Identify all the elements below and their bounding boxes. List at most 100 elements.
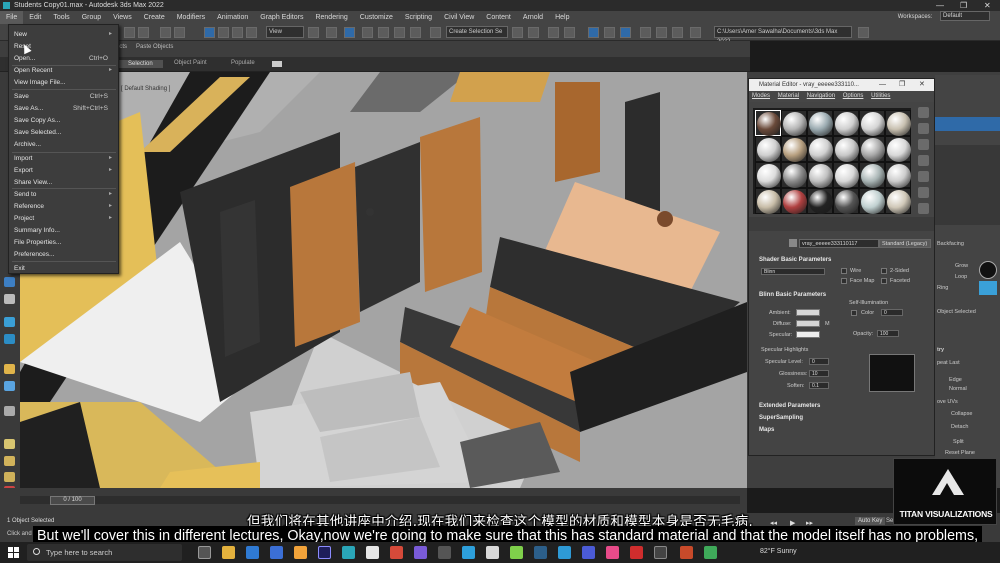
shader-type-dropdown[interactable]: Blinn <box>761 268 825 275</box>
undo-icon[interactable] <box>124 27 135 38</box>
material-sample-slot[interactable] <box>807 110 833 136</box>
cmd-edge[interactable]: Edge <box>949 377 962 383</box>
ribbon-paste-objects[interactable]: Paste Objects <box>136 44 173 50</box>
app-blue-icon[interactable] <box>558 546 571 559</box>
maximize-button[interactable]: ❐ <box>960 0 967 11</box>
music-icon[interactable] <box>294 546 307 559</box>
material-sample-slot[interactable] <box>859 110 885 136</box>
window-crossing-icon[interactable] <box>246 27 257 38</box>
weather-widget[interactable]: 82°F Sunny <box>760 548 797 555</box>
menu-item-save-copy-as[interactable]: Save Copy As... <box>14 116 114 125</box>
uv-icon[interactable] <box>979 281 997 295</box>
material-sample-slot[interactable] <box>781 188 807 214</box>
options-icon[interactable] <box>917 203 929 214</box>
project-folder-dropdown[interactable]: C:\Users\Amer Sawalha\Documents\3ds Max … <box>714 26 852 45</box>
glossiness-spinner[interactable]: 10 <box>809 370 829 377</box>
close-button[interactable]: ✕ <box>984 0 991 11</box>
tab-selection[interactable]: Selection <box>118 60 163 68</box>
cmd-loop[interactable]: Loop <box>955 274 967 280</box>
layer-explorer-icon[interactable] <box>564 27 575 38</box>
percent-snap-icon[interactable] <box>394 27 405 38</box>
me-menu-modes[interactable]: Modes <box>752 93 770 99</box>
menu-item-import[interactable]: Import ▸ <box>14 154 114 163</box>
cmd-ring[interactable]: Ring <box>937 285 948 291</box>
app-indigo-icon[interactable] <box>582 546 595 559</box>
render-iterative-icon[interactable] <box>690 27 701 38</box>
file-explorer-icon[interactable] <box>222 546 235 559</box>
reference-coordinate-dropdown[interactable]: View <box>266 26 304 38</box>
menu-customize[interactable]: Customize <box>354 11 399 24</box>
redo-icon[interactable] <box>138 27 149 38</box>
menu-create[interactable]: Create <box>138 11 171 24</box>
menu-content[interactable]: Content <box>480 11 517 24</box>
ribbon-options-icon[interactable] <box>272 61 282 67</box>
background-icon[interactable] <box>917 139 929 150</box>
ambient-color-swatch[interactable] <box>796 309 820 316</box>
menu-item-view-image-file[interactable]: View Image File... <box>14 78 114 87</box>
material-name-field[interactable]: vray_eeeee333110117 <box>799 239 879 248</box>
menu-item-reference[interactable]: Reference ▸ <box>14 202 114 211</box>
menu-views[interactable]: Views <box>107 11 138 24</box>
brush-icon[interactable] <box>979 261 997 279</box>
app-pink-icon[interactable] <box>606 546 619 559</box>
app-red2-icon[interactable] <box>630 546 643 559</box>
specular-color-swatch[interactable] <box>796 331 820 338</box>
project-folder-icon[interactable] <box>858 27 869 38</box>
material-sample-slot[interactable] <box>755 188 781 214</box>
material-type-button[interactable]: Standard (Legacy) <box>879 239 931 248</box>
me-maximize-button[interactable]: ❐ <box>899 79 905 91</box>
cmd-grow[interactable]: Grow <box>955 263 968 269</box>
me-menu-material[interactable]: Material <box>778 93 799 99</box>
pivot-center-icon[interactable] <box>308 27 319 38</box>
modifier-stack-item[interactable] <box>935 117 1000 131</box>
menu-item-open[interactable]: Open... Ctrl+O <box>14 54 114 63</box>
mirror-icon[interactable] <box>512 27 523 38</box>
fog-tool-icon[interactable] <box>4 406 15 416</box>
light-tool-icon[interactable] <box>4 294 15 304</box>
app-red-icon[interactable] <box>390 546 403 559</box>
menu-animation[interactable]: Animation <box>211 11 254 24</box>
menu-item-preferences[interactable]: Preferences... <box>14 250 114 259</box>
mesh-tool-icon[interactable] <box>4 456 15 466</box>
material-sample-slot[interactable] <box>885 188 911 214</box>
sample-type-icon[interactable] <box>917 107 929 118</box>
material-sample-slot[interactable] <box>781 162 807 188</box>
tab-object-paint[interactable]: Object Paint <box>174 60 207 66</box>
cmd-detach[interactable]: Detach <box>951 424 968 430</box>
material-sample-slot[interactable] <box>807 136 833 162</box>
link-icon[interactable] <box>160 27 171 38</box>
snap-toggle-icon[interactable] <box>362 27 373 38</box>
me-menu-utilities[interactable]: Utilities <box>871 93 890 99</box>
two-sided-checkbox[interactable] <box>881 268 887 274</box>
viewport-label[interactable]: [ Default Shading ] <box>121 86 170 92</box>
material-sample-slot[interactable] <box>885 110 911 136</box>
menu-scripting[interactable]: Scripting <box>399 11 438 24</box>
cmd-backfacing[interactable]: Backfacing <box>937 241 964 247</box>
render-setup-icon[interactable] <box>640 27 651 38</box>
material-sample-slot[interactable] <box>807 162 833 188</box>
material-sample-slot[interactable] <box>833 162 859 188</box>
menu-civil-view[interactable]: Civil View <box>438 11 480 24</box>
premiere-icon[interactable] <box>318 546 331 559</box>
sphere-tool-icon[interactable] <box>4 381 15 391</box>
menu-item-export[interactable]: Export ▸ <box>14 166 114 175</box>
menu-item-archive[interactable]: Archive... <box>14 140 114 149</box>
windows-start-icon[interactable] <box>8 547 19 558</box>
unreal-icon[interactable] <box>486 546 499 559</box>
material-sample-slot[interactable] <box>859 162 885 188</box>
menu-item-send-to[interactable]: Send to ▸ <box>14 190 114 199</box>
rollout-shader-basic[interactable]: Shader Basic Parameters <box>749 255 934 265</box>
eyedropper-icon[interactable] <box>789 239 797 247</box>
rollout-blinn-basic[interactable]: Blinn Basic Parameters <box>749 290 934 300</box>
material-sample-slot[interactable] <box>755 110 781 136</box>
clipper-tool-icon[interactable] <box>4 472 15 482</box>
rendered-frame-window-icon[interactable] <box>656 27 667 38</box>
material-sample-slot[interactable] <box>781 110 807 136</box>
face-map-checkbox[interactable] <box>841 278 847 284</box>
select-object-icon[interactable] <box>204 27 215 38</box>
me-menu-navigation[interactable]: Navigation <box>807 93 835 99</box>
scene-explorer-icon[interactable] <box>548 27 559 38</box>
water-tool-icon[interactable] <box>4 317 15 327</box>
angle-snap-icon[interactable] <box>378 27 389 38</box>
app-orange-icon[interactable] <box>680 546 693 559</box>
